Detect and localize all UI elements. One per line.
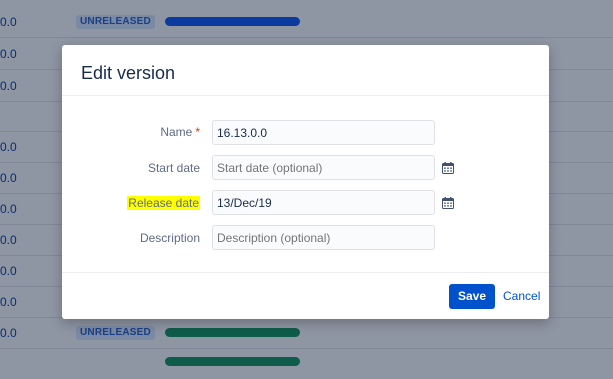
version-name: 0.0 <box>0 202 17 216</box>
start-date-input[interactable] <box>212 155 435 180</box>
table-row: 0.0 UNRELEASED <box>0 317 613 349</box>
dialog-footer: Save Cancel <box>62 272 549 320</box>
version-name: 0.0 <box>0 326 17 340</box>
save-button[interactable]: Save <box>449 284 495 309</box>
version-name: 0.0 <box>0 295 17 309</box>
description-label: Description <box>139 231 200 245</box>
name-label-text: Name <box>160 125 193 139</box>
start-date-label: Start date <box>147 161 200 175</box>
progress-bar <box>165 17 300 26</box>
required-marker: * <box>195 125 200 139</box>
dialog-title: Edit version <box>81 63 176 83</box>
name-input[interactable] <box>212 120 435 145</box>
calendar-icon[interactable] <box>442 162 454 174</box>
release-date-label-text: Release date <box>127 196 200 210</box>
name-label: Name * <box>160 125 200 139</box>
cancel-button[interactable]: Cancel <box>503 284 540 309</box>
version-name: 0.0 <box>0 15 17 29</box>
dialog-header: Edit version <box>62 45 549 96</box>
version-name: 0.0 <box>0 264 17 278</box>
version-name: 0.0 <box>0 47 17 61</box>
version-name: 0.0 <box>0 79 17 93</box>
version-name: 0.0 <box>0 233 17 247</box>
description-input[interactable] <box>212 225 435 250</box>
table-row <box>0 348 613 379</box>
edit-version-dialog: Edit version Name* Start date Release da… <box>62 45 549 319</box>
release-date-input[interactable] <box>212 190 435 215</box>
calendar-icon[interactable] <box>442 197 454 209</box>
table-row: 0.0 UNRELEASED <box>0 6 613 38</box>
progress-bar <box>165 328 300 337</box>
version-name: 0.0 <box>0 171 17 185</box>
version-name: 0.0 <box>0 140 17 154</box>
progress-bar <box>165 357 300 366</box>
status-badge: UNRELEASED <box>76 326 155 340</box>
status-badge: UNRELEASED <box>76 15 155 29</box>
release-date-label: Release date <box>127 196 200 210</box>
